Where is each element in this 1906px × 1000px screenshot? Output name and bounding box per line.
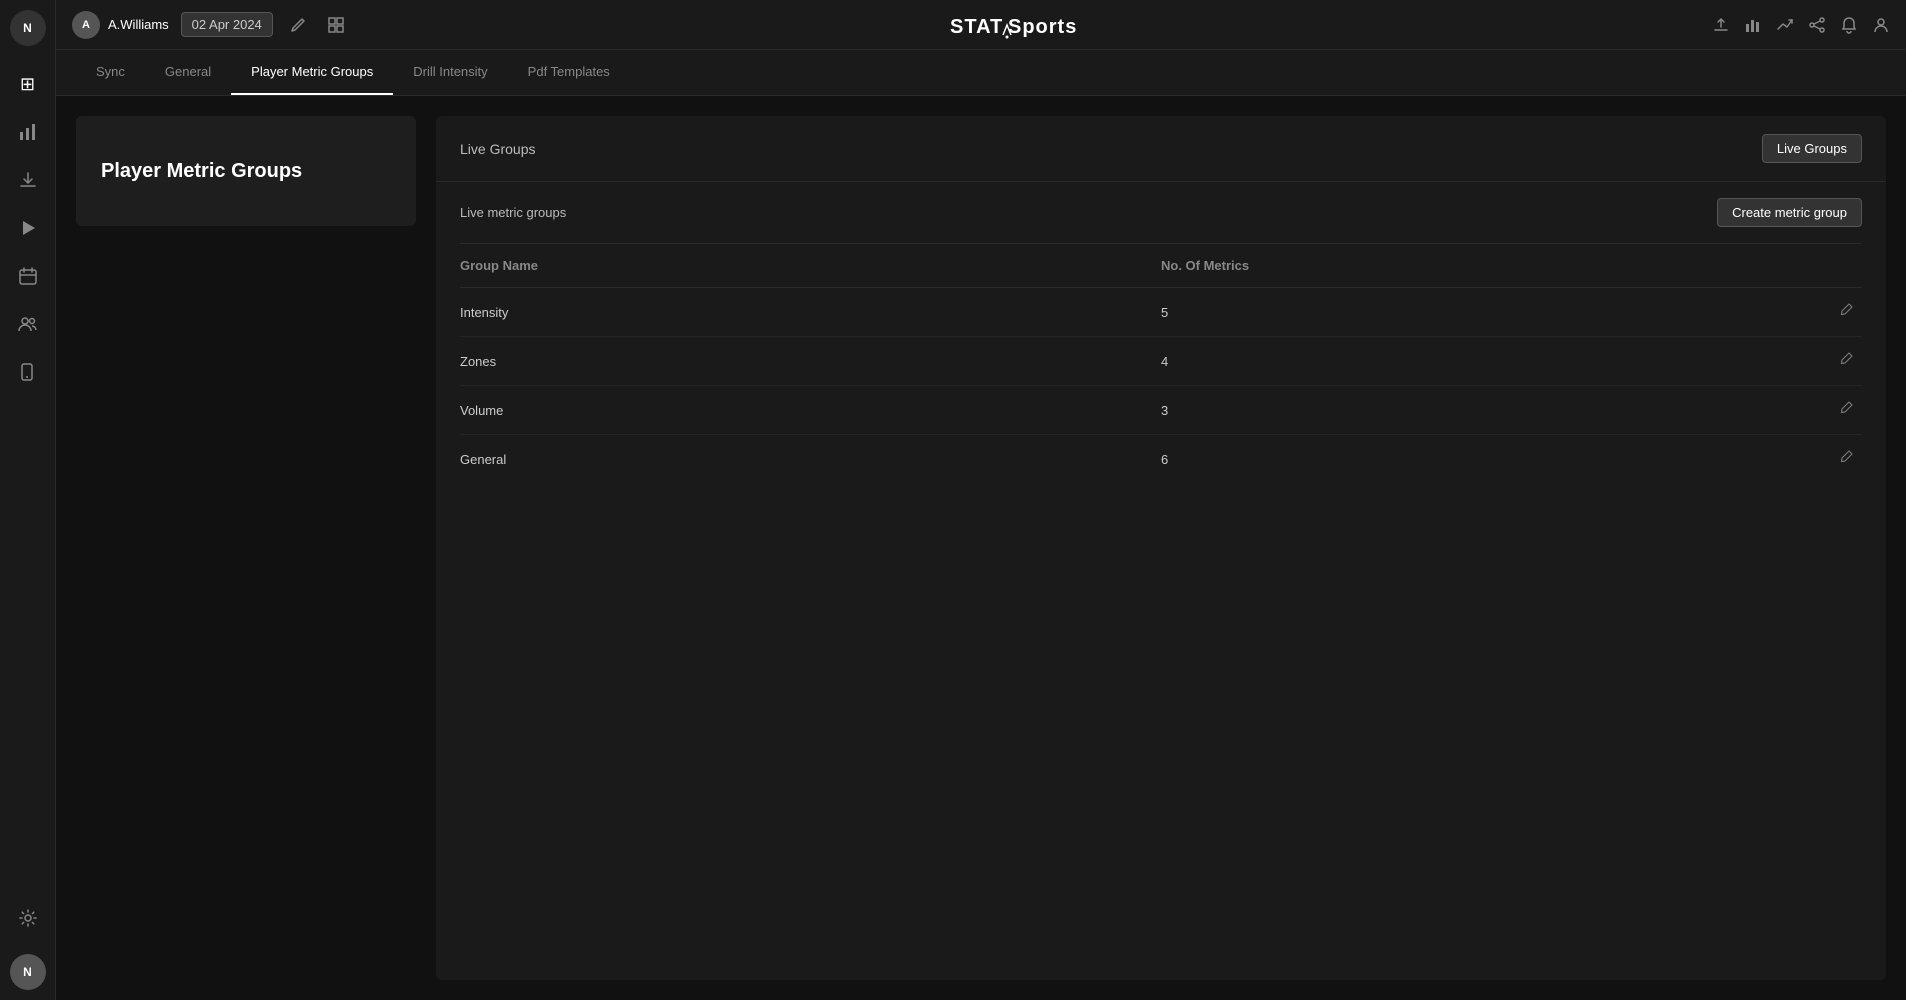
live-groups-button[interactable]: Live Groups — [1762, 134, 1862, 163]
metric-groups-section: Live metric groups Create metric group G… — [436, 182, 1886, 483]
edit-icon[interactable] — [1838, 354, 1854, 371]
cell-group-name: Volume — [460, 386, 1161, 435]
table-row: Intensity5 — [460, 288, 1862, 337]
username: A.Williams — [108, 17, 169, 32]
table-row: Volume3 — [460, 386, 1862, 435]
tab-sync[interactable]: Sync — [76, 50, 145, 95]
tab-pdf-templates[interactable]: Pdf Templates — [508, 50, 630, 95]
svg-text:Sports: Sports — [1008, 16, 1077, 38]
content: Sync General Player Metric Groups Drill … — [56, 50, 1906, 1000]
edit-icon[interactable] — [1838, 403, 1854, 420]
cell-no-of-metrics: 3 — [1161, 386, 1652, 435]
tab-drill-intensity[interactable]: Drill Intensity — [393, 50, 507, 95]
create-metric-group-button[interactable]: Create metric group — [1717, 198, 1862, 227]
col-header-group-name: Group Name — [460, 244, 1161, 288]
metric-groups-header: Live metric groups Create metric group — [460, 182, 1862, 244]
sidebar-item-dashboard[interactable]: ⊞ — [8, 64, 48, 104]
page-title-card: Player Metric Groups — [76, 116, 416, 226]
cell-action — [1652, 386, 1862, 435]
cell-action — [1652, 435, 1862, 484]
edit-icon[interactable] — [285, 12, 311, 38]
cell-no-of-metrics: 4 — [1161, 337, 1652, 386]
sidebar-item-analytics[interactable] — [8, 112, 48, 152]
avatar: A — [72, 11, 100, 39]
sidebar-item-play[interactable] — [8, 208, 48, 248]
table-row: Zones4 — [460, 337, 1862, 386]
topbar-user: A A.Williams — [72, 11, 169, 39]
right-panel: Live Groups Live Groups Live metric grou… — [436, 116, 1886, 980]
page-title: Player Metric Groups — [101, 158, 302, 184]
sidebar: N ⊞ — [0, 0, 56, 1000]
live-groups-label: Live Groups — [460, 141, 535, 157]
main-area: A A.Williams 02 Apr 2024 STAT Sports — [56, 0, 1906, 1000]
account-icon[interactable] — [1872, 16, 1890, 34]
bell-icon[interactable] — [1840, 16, 1858, 34]
cell-no-of-metrics: 5 — [1161, 288, 1652, 337]
table-header-row: Group Name No. Of Metrics — [460, 244, 1862, 288]
page-content: Player Metric Groups Live Groups Live Gr… — [56, 96, 1906, 1000]
tabs-bar: Sync General Player Metric Groups Drill … — [56, 50, 1906, 96]
cell-action — [1652, 288, 1862, 337]
tab-player-metric-groups[interactable]: Player Metric Groups — [231, 50, 393, 95]
topbar: A A.Williams 02 Apr 2024 STAT Sports — [56, 0, 1906, 50]
edit-icon[interactable] — [1838, 452, 1854, 469]
left-panel: Player Metric Groups — [76, 116, 416, 980]
bar-chart-icon[interactable] — [1744, 16, 1762, 34]
sidebar-logo: N — [10, 10, 46, 46]
topbar-right-icons — [1712, 16, 1890, 34]
sidebar-item-settings[interactable] — [8, 898, 48, 938]
share-icon[interactable] — [1808, 16, 1826, 34]
grid-icon[interactable] — [323, 12, 349, 38]
sidebar-item-device[interactable] — [8, 352, 48, 392]
sidebar-item-download[interactable] — [8, 160, 48, 200]
upload-icon[interactable] — [1712, 16, 1730, 34]
svg-text:STAT: STAT — [950, 16, 1003, 38]
col-header-action — [1652, 244, 1862, 288]
tab-general[interactable]: General — [145, 50, 231, 95]
cell-group-name: Intensity — [460, 288, 1161, 337]
sidebar-user-avatar[interactable]: N — [10, 954, 46, 990]
sidebar-item-calendar[interactable] — [8, 256, 48, 296]
col-header-no-of-metrics: No. Of Metrics — [1161, 244, 1652, 288]
cell-group-name: Zones — [460, 337, 1161, 386]
table-row: General6 — [460, 435, 1862, 484]
trend-icon[interactable] — [1776, 16, 1794, 34]
live-groups-header: Live Groups Live Groups — [436, 116, 1886, 182]
cell-group-name: General — [460, 435, 1161, 484]
metrics-table: Group Name No. Of Metrics Intensity5 Zon… — [460, 244, 1862, 483]
date-picker[interactable]: 02 Apr 2024 — [181, 12, 273, 37]
edit-icon[interactable] — [1838, 305, 1854, 322]
sidebar-item-team[interactable] — [8, 304, 48, 344]
topbar-logo: STAT Sports — [361, 11, 1700, 39]
cell-no-of-metrics: 6 — [1161, 435, 1652, 484]
cell-action — [1652, 337, 1862, 386]
live-metric-groups-label: Live metric groups — [460, 205, 566, 220]
